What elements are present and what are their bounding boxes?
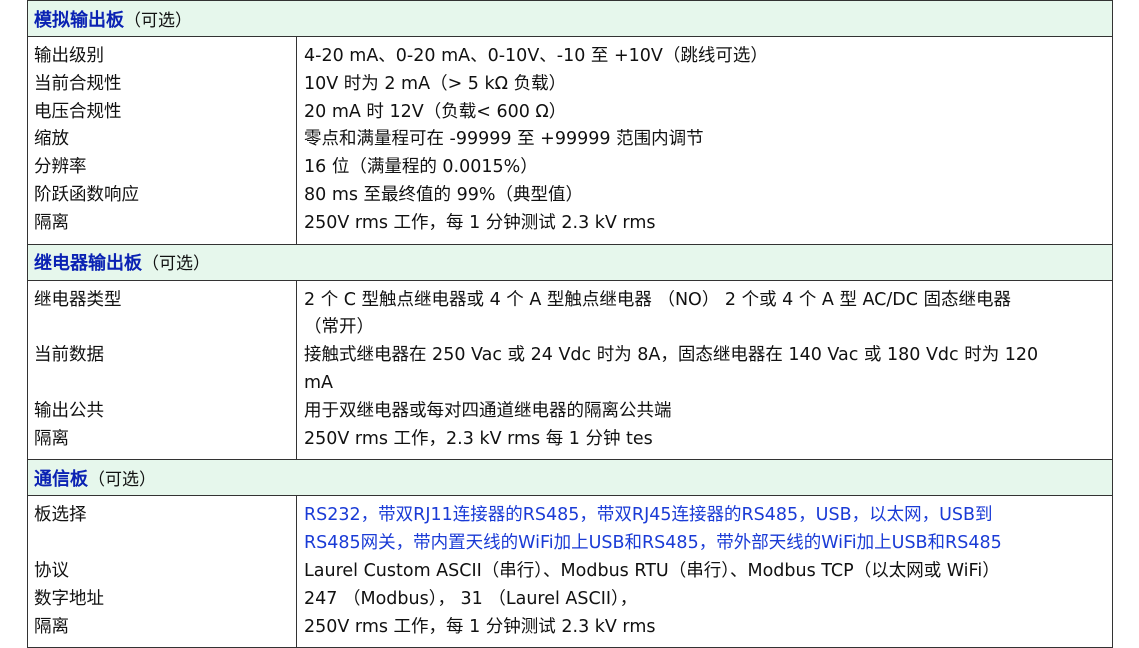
spec-label-spacer bbox=[28, 370, 296, 398]
spec-label: 电压合规性 bbox=[34, 101, 122, 122]
spec-value: 247 （Modbus）， 31 （Laurel ASCII）， bbox=[304, 588, 638, 609]
spec-label-spacer bbox=[28, 314, 296, 342]
spec-value: Laurel Custom ASCII（串行）、Modbus RTU（串行）、M… bbox=[304, 560, 1000, 581]
spec-value: 4-20 mA、0-20 mA、0-10V、-10 至 +10V（跳线可选） bbox=[304, 46, 768, 66]
label-column: 继电器类型 当前数据 输出公共 隔离 bbox=[27, 279, 297, 461]
spec-label: 分辨率 bbox=[34, 157, 87, 178]
section-body-relay-output: 继电器类型 当前数据 输出公共 隔离 2 个 C 型触点继电器或 4 个 A 型… bbox=[27, 279, 1113, 461]
section-header-communication: 通信板（可选） bbox=[27, 459, 1113, 497]
section-title: 模拟输出板 bbox=[34, 9, 124, 31]
section-note: （可选） bbox=[142, 254, 210, 275]
section-header-cell: 通信板（可选） bbox=[27, 459, 1113, 497]
spec-value: 零点和满量程可在 -99999 至 +99999 范围内调节 bbox=[304, 129, 704, 150]
spec-value: 16 位（满量程的 0.0015%） bbox=[304, 157, 538, 178]
spec-value: 250V rms 工作，每 1 分钟测试 2.3 kV rms bbox=[304, 212, 656, 233]
spec-label: 隔离 bbox=[34, 212, 69, 233]
spec-value: 用于双继电器或每对四通道继电器的隔离公共端 bbox=[304, 400, 672, 421]
spec-value: 2 个 C 型触点继电器或 4 个 A 型触点继电器 （NO） 2 个或 4 个… bbox=[304, 289, 1012, 310]
section-header-relay-output: 继电器输出板（可选） bbox=[27, 243, 1113, 281]
spec-label: 阶跃函数响应 bbox=[34, 184, 139, 205]
spec-value-continued: mA bbox=[304, 372, 334, 393]
spec-value: 接触式继电器在 250 Vac 或 24 Vdc 时为 8A，固态继电器在 14… bbox=[304, 345, 1039, 366]
spec-value: 250V rms 工作，每 1 分钟测试 2.3 kV rms bbox=[304, 616, 656, 637]
section-header-analog-output: 模拟输出板（可选） bbox=[27, 0, 1113, 37]
spec-label: 输出级别 bbox=[34, 46, 104, 66]
section-header-cell: 继电器输出板（可选） bbox=[27, 243, 1113, 281]
spec-label: 协议 bbox=[34, 560, 69, 581]
value-column: 4-20 mA、0-20 mA、0-10V、-10 至 +10V（跳线可选） 1… bbox=[296, 36, 1113, 245]
spec-table: 模拟输出板（可选） 输出级别 当前合规性 电压合规性 缩放 分辨率 阶跃函数响应… bbox=[27, 0, 1113, 648]
section-body-communication: 板选择 协议 数字地址 隔离 RS232，带双RJ11连接器的RS485，带双R… bbox=[27, 495, 1113, 648]
board-options-link[interactable]: RS232，带双RJ11连接器的RS485，带双RJ45连接器的RS485，US… bbox=[297, 502, 1112, 530]
value-column: 2 个 C 型触点继电器或 4 个 A 型触点继电器 （NO） 2 个或 4 个… bbox=[296, 279, 1113, 461]
spec-label-spacer bbox=[28, 530, 296, 558]
value-column: RS232，带双RJ11连接器的RS485，带双RJ45连接器的RS485，US… bbox=[296, 495, 1113, 648]
spec-value-continued: （常开） bbox=[304, 317, 374, 338]
label-column: 板选择 协议 数字地址 隔离 bbox=[27, 495, 297, 648]
spec-label: 数字地址 bbox=[34, 588, 104, 609]
section-title: 通信板 bbox=[34, 468, 88, 490]
section-body-analog-output: 输出级别 当前合规性 电压合规性 缩放 分辨率 阶跃函数响应 隔离 4-20 m… bbox=[27, 36, 1113, 245]
section-header-cell: 模拟输出板（可选） bbox=[27, 0, 1113, 37]
spec-label: 当前合规性 bbox=[34, 73, 122, 94]
label-column: 输出级别 当前合规性 电压合规性 缩放 分辨率 阶跃函数响应 隔离 bbox=[27, 36, 297, 245]
section-note: （可选） bbox=[124, 10, 192, 31]
spec-value: 250V rms 工作，2.3 kV rms 每 1 分钟 tes bbox=[304, 428, 653, 449]
spec-label: 继电器类型 bbox=[34, 289, 122, 310]
spec-label: 隔离 bbox=[34, 428, 69, 449]
spec-value: 80 ms 至最终值的 99%（典型值） bbox=[304, 184, 584, 205]
board-options-link-continued[interactable]: RS485网关，带内置天线的WiFi加上USB和RS485，带外部天线的WiFi… bbox=[297, 530, 1112, 558]
section-note: （可选） bbox=[88, 469, 156, 490]
spec-label: 缩放 bbox=[34, 129, 69, 150]
spec-label: 板选择 bbox=[34, 505, 87, 526]
section-title: 继电器输出板 bbox=[34, 253, 142, 275]
spec-value: 20 mA 时 12V（负载< 600 Ω） bbox=[304, 101, 567, 122]
spec-value: 10V 时为 2 mA（> 5 kΩ 负载） bbox=[304, 73, 567, 94]
spec-label: 隔离 bbox=[34, 616, 69, 637]
spec-label: 当前数据 bbox=[34, 345, 104, 366]
spec-label: 输出公共 bbox=[34, 400, 104, 421]
